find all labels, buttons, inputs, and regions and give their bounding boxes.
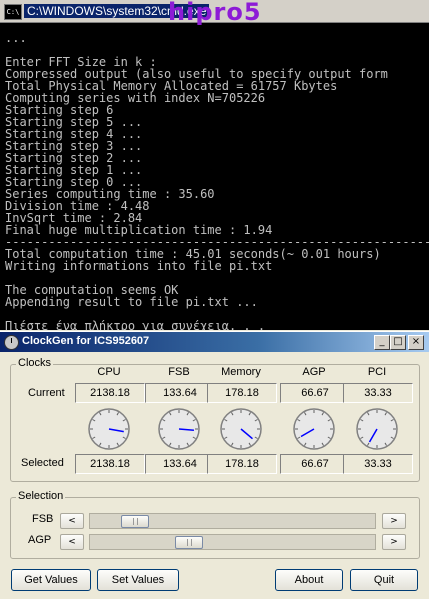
cpu-gauge-icon [88, 408, 130, 450]
pci-current-value: 33.33 [343, 383, 413, 403]
agp-decrease-button[interactable]: < [60, 534, 84, 550]
console-line: ... [5, 31, 27, 45]
about-button[interactable]: About [275, 569, 343, 591]
fsb-current-value: 133.64 [145, 383, 215, 403]
memory-gauge-icon [220, 408, 262, 450]
agp-selected-value: 66.67 [280, 454, 350, 474]
console-app-icon: C:\ [4, 4, 22, 20]
column-header-agp: AGP [302, 366, 326, 378]
agp-slider-label: AGP [28, 534, 52, 546]
fsb-slider-thumb[interactable] [121, 515, 149, 528]
minimize-button[interactable]: _ [374, 335, 390, 350]
clockgen-window: ClockGen for ICS952607 _ □ × Clocks Curr… [0, 331, 429, 599]
agp-slider-thumb[interactable] [175, 536, 203, 549]
column-header-fsb: FSB [168, 366, 190, 378]
current-row-label: Current [28, 387, 65, 399]
agp-slider[interactable] [89, 534, 376, 550]
fsb-decrease-button[interactable]: < [60, 513, 84, 529]
clocks-group-label: Clocks [16, 357, 54, 369]
maximize-button[interactable]: □ [390, 335, 406, 350]
pci-gauge-icon [356, 408, 398, 450]
watermark-text: hipro5 [168, 0, 262, 26]
column-header-pci: PCI [367, 366, 387, 378]
quit-button[interactable]: Quit [350, 569, 418, 591]
fsb-slider[interactable] [89, 513, 376, 529]
fsb-slider-label: FSB [32, 513, 54, 525]
column-header-memory: Memory [221, 366, 261, 378]
cpu-selected-value: 2138.18 [75, 454, 145, 474]
agp-gauge-icon [293, 408, 335, 450]
clockgen-titlebar[interactable]: ClockGen for ICS952607 _ □ × [0, 332, 429, 352]
memory-current-value: 178.18 [207, 383, 277, 403]
get-values-button[interactable]: Get Values [11, 569, 91, 591]
pci-selected-value: 33.33 [343, 454, 413, 474]
selected-row-label: Selected [21, 457, 64, 469]
agp-current-value: 66.67 [280, 383, 350, 403]
fsb-gauge-icon [158, 408, 200, 450]
console-line: Πιέστε ένα πλήκτρο για συνέχεια. . . [5, 319, 266, 330]
cpu-current-value: 2138.18 [75, 383, 145, 403]
clockgen-title: ClockGen for ICS952607 [22, 335, 150, 347]
fsb-increase-button[interactable]: > [382, 513, 406, 529]
console-output: ... Enter FFT Size in k : Compressed out… [5, 32, 429, 330]
selection-group-label: Selection [16, 490, 66, 502]
column-header-cpu: CPU [97, 366, 121, 378]
console-line: Appending result to file pi.txt ... [5, 295, 258, 309]
console-window[interactable]: C:\ C:\WINDOWS\system32\cmd.exe hipro5 .… [0, 0, 429, 330]
memory-selected-value: 178.18 [207, 454, 277, 474]
set-values-button[interactable]: Set Values [97, 569, 179, 591]
fsb-selected-value: 133.64 [145, 454, 215, 474]
close-button[interactable]: × [408, 335, 424, 350]
console-line: Writing informations into file pi.txt [5, 259, 273, 273]
clock-icon [4, 335, 19, 350]
agp-increase-button[interactable]: > [382, 534, 406, 550]
